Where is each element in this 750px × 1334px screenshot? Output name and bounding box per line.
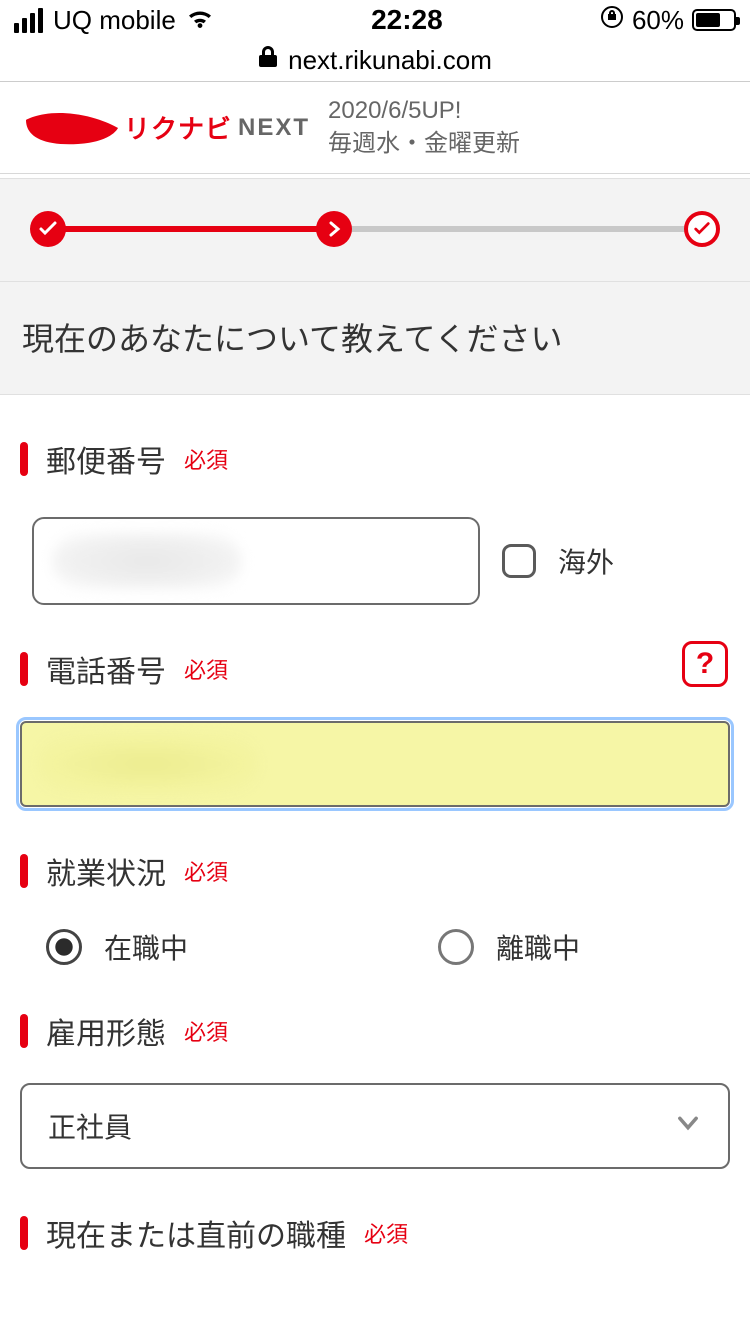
ios-status-bar: UQ mobile 22:28 60% <box>0 0 750 40</box>
required-bar-icon <box>20 1014 28 1048</box>
overseas-label: 海外 <box>558 541 614 581</box>
field-job-type: 現在または直前の職種 必須 <box>20 1169 730 1255</box>
battery-icon <box>692 9 736 31</box>
radio-icon <box>438 929 474 965</box>
overseas-checkbox[interactable] <box>502 544 536 578</box>
radio-not-working-label: 離職中 <box>496 927 580 967</box>
orientation-lock-icon <box>600 5 624 36</box>
job-type-label: 現在または直前の職種 <box>46 1211 346 1255</box>
required-bar-icon <box>20 442 28 476</box>
radio-working[interactable]: 在職中 <box>46 927 188 967</box>
signal-icon <box>14 8 43 33</box>
required-badge: 必須 <box>184 855 228 887</box>
carrier-label: UQ mobile <box>53 5 176 36</box>
battery-pct: 60% <box>632 5 684 36</box>
brand-header: リクナビ NEXT 2020/6/5UP! 毎週水・金曜更新 <box>0 82 750 174</box>
progress-step-3-icon <box>684 211 720 247</box>
required-bar-icon <box>20 854 28 888</box>
required-bar-icon <box>20 652 28 686</box>
logo-swoosh-icon <box>24 108 120 148</box>
browser-url-bar[interactable]: next.rikunabi.com <box>0 40 750 82</box>
postal-label: 郵便番号 <box>46 437 166 481</box>
required-badge: 必須 <box>184 443 228 475</box>
help-button[interactable]: ? <box>682 641 728 687</box>
clock: 22:28 <box>371 4 443 36</box>
logo[interactable]: リクナビ NEXT <box>24 108 310 148</box>
required-badge: 必須 <box>184 1015 228 1047</box>
brand-date: 2020/6/5UP! <box>328 95 520 127</box>
redacted-blur <box>52 533 242 589</box>
progress-step-2-icon <box>316 211 352 247</box>
radio-not-working[interactable]: 離職中 <box>438 927 580 967</box>
required-badge: 必須 <box>184 653 228 685</box>
redacted-blur <box>38 735 258 793</box>
wifi-icon <box>186 9 214 31</box>
employment-type-label: 雇用形態 <box>46 1009 166 1053</box>
url-text: next.rikunabi.com <box>288 45 492 76</box>
chevron-down-icon <box>674 1109 702 1144</box>
employment-type-select[interactable]: 正社員 <box>20 1083 730 1169</box>
employment-status-label: 就業状況 <box>46 849 166 893</box>
progress-step-1-icon <box>30 211 66 247</box>
section-title: 現在のあなたについて教えてください <box>0 282 750 395</box>
employment-type-value: 正社員 <box>48 1106 132 1146</box>
field-postal: 郵便番号 必須 海外 <box>20 395 730 605</box>
brand-update: 毎週水・金曜更新 <box>328 128 520 160</box>
logo-text-jp: リクナビ <box>124 109 232 146</box>
field-employment-type: 雇用形態 必須 正社員 <box>20 967 730 1169</box>
required-bar-icon <box>20 1216 28 1250</box>
lock-icon <box>258 45 278 76</box>
logo-text-next: NEXT <box>238 114 310 142</box>
radio-icon <box>46 929 82 965</box>
field-employment-status: 就業状況 必須 在職中 離職中 <box>20 807 730 967</box>
progress-bar <box>0 178 750 282</box>
phone-label: 電話番号 <box>46 647 166 691</box>
field-phone: 電話番号 必須 ? <box>20 605 730 807</box>
required-badge: 必須 <box>364 1217 408 1249</box>
radio-working-label: 在職中 <box>104 927 188 967</box>
